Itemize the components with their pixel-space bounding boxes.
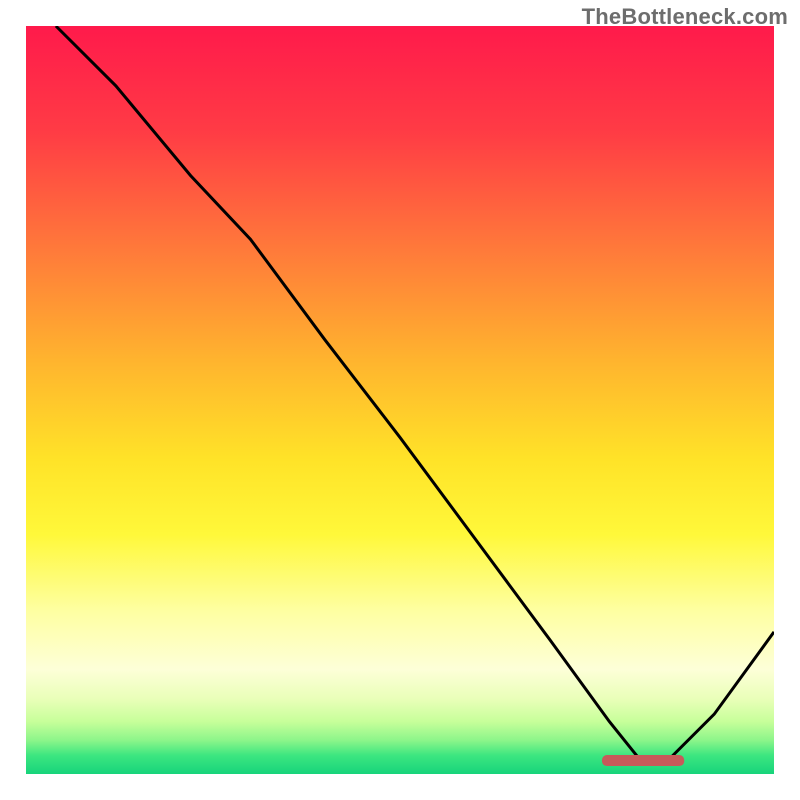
watermark-text: TheBottleneck.com <box>582 4 788 30</box>
chart-svg <box>0 0 800 800</box>
optimal-zone-marker <box>602 755 684 766</box>
plot-background <box>26 26 774 774</box>
bottleneck-chart: TheBottleneck.com <box>0 0 800 800</box>
